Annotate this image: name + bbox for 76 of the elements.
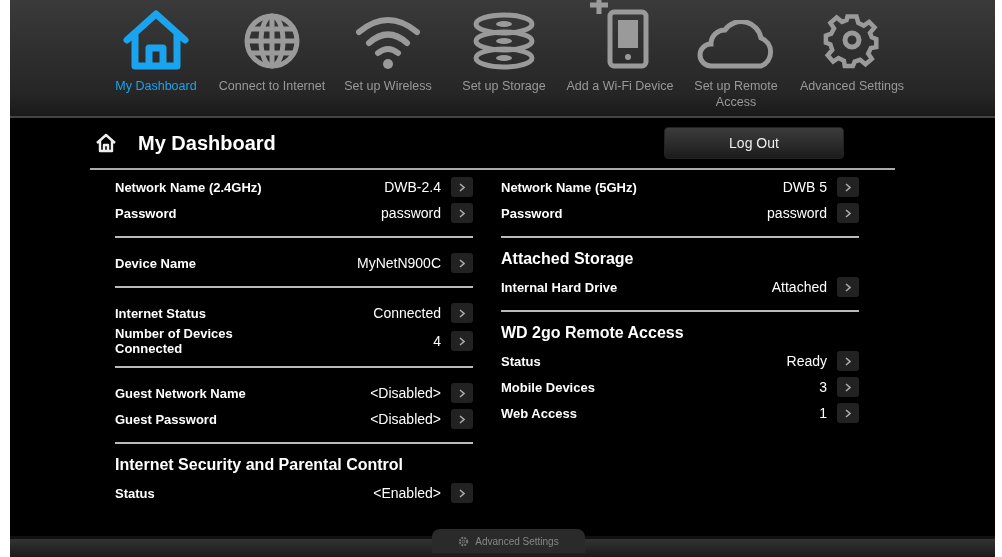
log-out-button[interactable]: Log Out	[664, 127, 844, 159]
setting-label: Mobile Devices	[501, 379, 596, 395]
chevron-button[interactable]	[451, 383, 473, 403]
setting-value: <Enabled>	[372, 485, 441, 501]
setting-value: DWB 5	[781, 179, 827, 195]
chevron-right-icon	[459, 258, 465, 268]
section-title: WD 2go Remote Access	[501, 324, 685, 342]
tablet-plus-icon	[588, 0, 652, 70]
chevron-right-icon	[845, 356, 851, 366]
chevron-button[interactable]	[451, 303, 473, 323]
nav-tab[interactable]: Set up Remote Access	[678, 0, 794, 116]
home-icon	[95, 133, 117, 153]
section-title: Attached Storage	[501, 250, 635, 268]
chevron-right-icon	[459, 308, 465, 318]
nav-tab[interactable]: My Dashboard	[98, 0, 214, 116]
disk-stack-icon	[472, 12, 536, 70]
setting-value: 1	[818, 405, 827, 421]
setting-value: 4	[432, 333, 441, 349]
chevron-button[interactable]	[451, 253, 473, 273]
chevron-right-icon	[845, 382, 851, 392]
chevron-button[interactable]	[837, 403, 859, 423]
chevron-button[interactable]	[837, 203, 859, 223]
chevron-button[interactable]	[451, 203, 473, 223]
chevron-button[interactable]	[837, 277, 859, 297]
chevron-button[interactable]	[451, 331, 473, 351]
nav-tab[interactable]: Add a Wi-Fi Device	[562, 0, 678, 116]
chevron-button[interactable]	[837, 177, 859, 197]
chevron-right-icon	[845, 182, 851, 192]
setting-value: Connected	[372, 305, 441, 321]
page-title: My Dashboard	[138, 131, 277, 155]
setting-label: Status	[501, 353, 542, 369]
setting-value: MyNetN900C	[355, 255, 441, 271]
chevron-right-icon	[845, 208, 851, 218]
chevron-right-icon	[459, 414, 465, 424]
house-icon	[121, 10, 191, 70]
chevron-right-icon	[845, 408, 851, 418]
setting-value: <Disabled>	[369, 411, 441, 427]
chevron-right-icon	[459, 208, 465, 218]
chevron-button[interactable]	[451, 483, 473, 503]
setting-value: DWB-2.4	[383, 179, 441, 195]
setting-label: Password	[501, 205, 564, 221]
setting-label: Web Access	[501, 405, 578, 421]
setting-value: password	[766, 205, 827, 221]
advanced-settings-tab[interactable]: Advanced Settings	[432, 529, 585, 553]
chevron-right-icon	[459, 388, 465, 398]
setting-label: Network Name (2.4GHz)	[115, 179, 263, 195]
chevron-right-icon	[459, 488, 465, 498]
setting-value: Attached	[770, 279, 827, 295]
setting-label: Guest Network Name	[115, 385, 247, 401]
nav-tab[interactable]: Set up Storage	[446, 0, 562, 116]
nav-tab[interactable]: Connect to Internet	[214, 0, 330, 116]
setting-label: Internet Status	[115, 305, 207, 321]
setting-value: password	[380, 205, 441, 221]
chevron-button[interactable]	[837, 377, 859, 397]
setting-value: Ready	[785, 353, 827, 369]
chevron-button[interactable]	[451, 409, 473, 429]
nav-tab[interactable]: Set up Wireless	[330, 0, 446, 116]
setting-label: Network Name (5GHz)	[501, 179, 638, 195]
chevron-right-icon	[845, 282, 851, 292]
globe-icon	[243, 12, 301, 70]
setting-label: Password	[115, 205, 178, 221]
setting-label: Guest Password	[115, 411, 218, 427]
wifi-icon	[355, 14, 421, 70]
setting-value: 3	[818, 379, 827, 395]
nav-tab[interactable]: Advanced Settings	[794, 0, 910, 116]
setting-label: Number of Devices Connected	[115, 326, 234, 356]
gear-icon	[458, 535, 470, 547]
setting-value: <Disabled>	[369, 385, 441, 401]
setting-label: Internal Hard Drive	[501, 279, 619, 295]
chevron-button[interactable]	[451, 177, 473, 197]
setting-label: Status	[115, 485, 156, 501]
chevron-right-icon	[459, 182, 465, 192]
chevron-button[interactable]	[837, 351, 859, 371]
section-title: Internet Security and Parental Control	[115, 456, 405, 474]
chevron-right-icon	[459, 336, 465, 346]
setting-label: Device Name	[115, 255, 197, 271]
